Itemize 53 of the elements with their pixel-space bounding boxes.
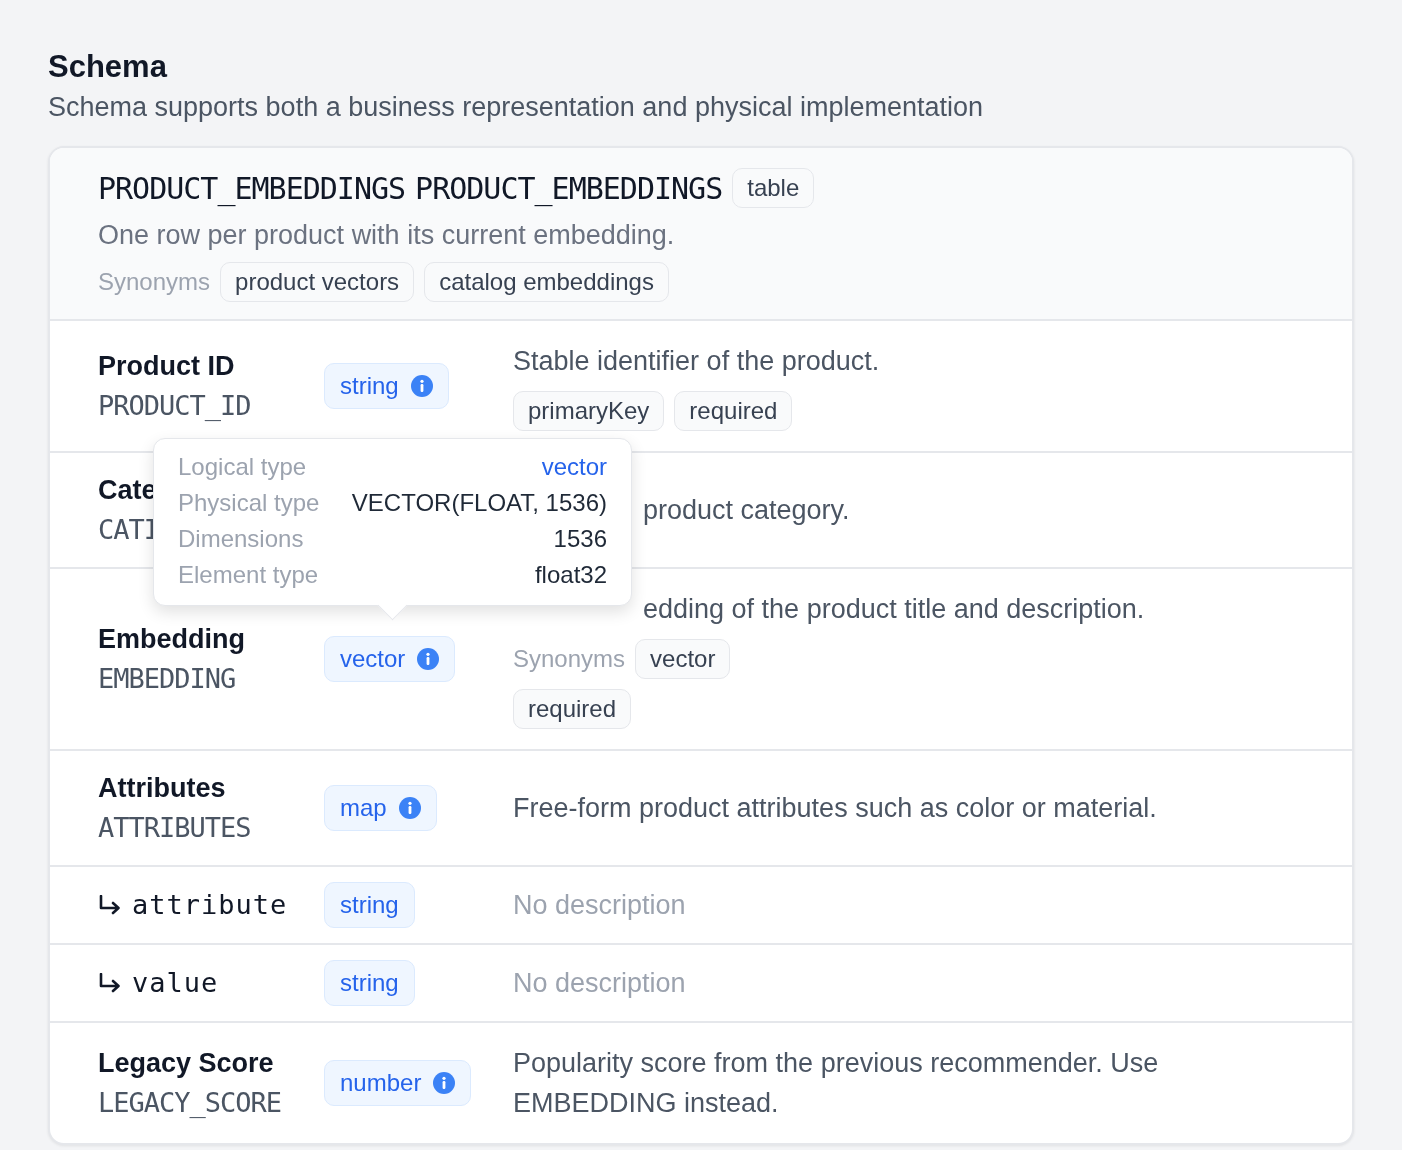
type-badge[interactable]: vector [324,636,456,682]
table-description: One row per product with its current embedding. [98,219,676,252]
field-description: Popularity score from the previous recommender. Use EMBEDDING instead. [513,1047,1160,1120]
info-icon[interactable] [398,797,421,819]
field-description: edding of the product title and description. [643,593,1145,626]
type-tag: table [732,168,815,208]
column-name: attribute [132,888,288,922]
tooltip-value: vector [540,452,607,482]
type-badge[interactable]: string [324,882,415,928]
synonyms-label: Synonyms [98,268,211,296]
tooltip-value: float32 [533,560,607,590]
field-description: Free-form product attributes such as color or material. [513,792,1157,825]
tooltip-value: VECTOR(FLOAT, 1536) [350,488,607,518]
section-title: Schema [48,48,169,86]
column-name: ATTRIBUTES [98,811,251,845]
synonyms-label: Synonyms [513,645,626,673]
tooltip-label: Dimensions [178,524,305,554]
child-arrow-icon [98,895,122,915]
constraint-tag: required [513,689,632,729]
field-description: product category. [643,494,850,527]
type-badge[interactable]: string [324,363,449,409]
field-label: Cate [98,474,157,507]
info-icon[interactable] [417,648,440,670]
synonym-tag: product vectors [220,262,415,302]
field-description: No description [513,889,686,922]
constraint-tag: required [674,391,793,431]
column-name: PRODUCT_ID [98,389,251,423]
child-arrow-icon [98,973,122,993]
field-label: Product ID [98,350,235,383]
type-badge[interactable]: string [324,960,415,1006]
field-label: Embedding [98,623,245,656]
info-icon[interactable] [433,1072,456,1094]
field-label: Legacy Score [98,1047,274,1080]
column-name: value [132,966,219,1000]
constraint-tag: primaryKey [513,391,665,431]
table-name: PRODUCT_EMBEDDINGS [98,170,406,206]
tooltip-label: Physical type [178,488,320,518]
column-name: LEGACY_SCORE [98,1086,282,1120]
synonym-tag: vector [635,639,731,679]
column-name: EMBEDDING [98,662,236,696]
tooltip-label: Logical type [178,452,308,482]
tooltip-value: 1536 [552,524,607,554]
field-description: Stable identifier of the product. [513,345,880,378]
info-icon[interactable] [410,375,433,397]
tooltip-label: Element type [178,560,320,590]
type-badge[interactable]: number [324,1060,472,1106]
field-label: Attributes [98,772,226,805]
table-physical-name: PRODUCT_EMBEDDINGS [415,170,723,206]
field-description: No description [513,967,686,1000]
type-badge[interactable]: map [324,785,437,831]
synonym-tag: catalog embeddings [424,262,669,302]
section-subtitle: Schema supports both a business representation and physical implementation [48,91,985,124]
column-name: CATI [98,513,160,547]
